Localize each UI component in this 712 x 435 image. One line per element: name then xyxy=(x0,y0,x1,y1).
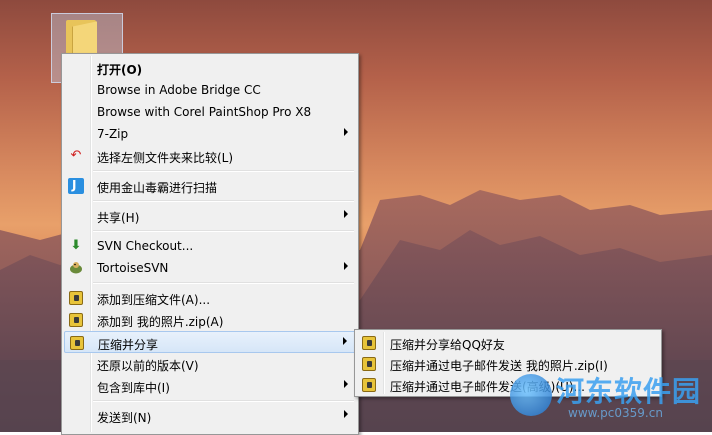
menu-separator xyxy=(93,400,354,402)
menu-item-7zip[interactable]: 7-Zip xyxy=(64,123,356,145)
menu-item-compress-and-share[interactable]: 压缩并分享 xyxy=(64,331,356,353)
menu-item-open[interactable]: 打开(O) xyxy=(64,57,356,79)
menu-item-label: 选择左侧文件夹来比较(L) xyxy=(97,151,234,165)
watermark-title: 河东软件园 xyxy=(556,375,702,408)
zip-icon xyxy=(69,291,83,305)
submenu-arrow-icon xyxy=(344,410,348,418)
menu-item-add-to-archive[interactable]: 添加到压缩文件(A)... xyxy=(64,287,356,309)
menu-separator xyxy=(93,170,354,172)
menu-item-label: 7-Zip xyxy=(97,127,129,141)
zip-icon xyxy=(69,313,83,327)
menu-item-share[interactable]: 共享(H) xyxy=(64,205,356,227)
menu-item-include-in-library[interactable]: 包含到库中(I) xyxy=(64,375,356,397)
submenu-arrow-icon xyxy=(344,210,348,218)
menu-item-send-to[interactable]: 发送到(N) xyxy=(64,405,356,427)
menu-item-tortoisesvn[interactable]: TortoiseSVN xyxy=(64,257,356,279)
context-menu: 打开(O) Browse in Adobe Bridge CC Browse w… xyxy=(61,53,359,435)
menu-separator xyxy=(93,230,354,232)
menu-separator xyxy=(93,200,354,202)
menu-item-label: TortoiseSVN xyxy=(97,261,169,275)
menu-item-label: 添加到压缩文件(A)... xyxy=(97,293,211,307)
menu-item-antivirus-scan[interactable]: 使用金山毒霸进行扫描 xyxy=(64,175,356,197)
compare-icon: ↶ xyxy=(70,148,82,163)
watermark-logo-icon xyxy=(510,374,552,416)
menu-item-label: 包含到库中(I) xyxy=(97,381,170,395)
menu-item-label: Browse in Adobe Bridge CC xyxy=(97,83,261,97)
submenu-arrow-icon xyxy=(344,380,348,388)
menu-item-label: 打开(O) xyxy=(97,63,143,77)
menu-item-label: 使用金山毒霸进行扫描 xyxy=(97,181,218,195)
menu-item-restore-previous[interactable]: 还原以前的版本(V) xyxy=(64,353,356,375)
menu-separator xyxy=(93,282,354,284)
menu-item-svn-checkout[interactable]: ⬇ SVN Checkout... xyxy=(64,235,356,257)
menu-item-adobe-bridge[interactable]: Browse in Adobe Bridge CC xyxy=(64,79,356,101)
watermark-url: www.pc0359.cn xyxy=(568,406,663,420)
zip-icon xyxy=(70,336,84,350)
submenu-item-share-qq[interactable]: 压缩并分享给QQ好友 xyxy=(357,332,659,354)
menu-item-label: SVN Checkout... xyxy=(97,239,194,253)
menu-item-label: 发送到(N) xyxy=(97,411,152,425)
zip-icon xyxy=(362,336,376,350)
menu-item-add-to-zip[interactable]: 添加到 我的照片.zip(A) xyxy=(64,309,356,331)
submenu-arrow-icon xyxy=(344,128,348,136)
menu-item-label: 压缩并分享 xyxy=(98,338,159,352)
menu-item-label: 还原以前的版本(V) xyxy=(97,359,199,373)
menu-item-compare-left[interactable]: ↶ 选择左侧文件夹来比较(L) xyxy=(64,145,356,167)
menu-item-label: 添加到 我的照片.zip(A) xyxy=(97,315,224,329)
menu-item-paintshop[interactable]: Browse with Corel PaintShop Pro X8 xyxy=(64,101,356,123)
menu-item-label: Browse with Corel PaintShop Pro X8 xyxy=(97,105,312,119)
svn-checkout-icon: ⬇ xyxy=(70,238,82,253)
scan-icon xyxy=(68,178,84,194)
menu-item-label: 压缩并分享给QQ好友 xyxy=(390,338,505,352)
menu-item-label: 共享(H) xyxy=(97,211,140,225)
zip-icon xyxy=(362,357,376,371)
zip-icon xyxy=(362,378,376,392)
site-watermark: 河东软件园 www.pc0359.cn xyxy=(504,366,704,430)
submenu-arrow-icon xyxy=(343,337,347,345)
submenu-arrow-icon xyxy=(344,262,348,270)
tortoise-icon xyxy=(70,262,82,274)
